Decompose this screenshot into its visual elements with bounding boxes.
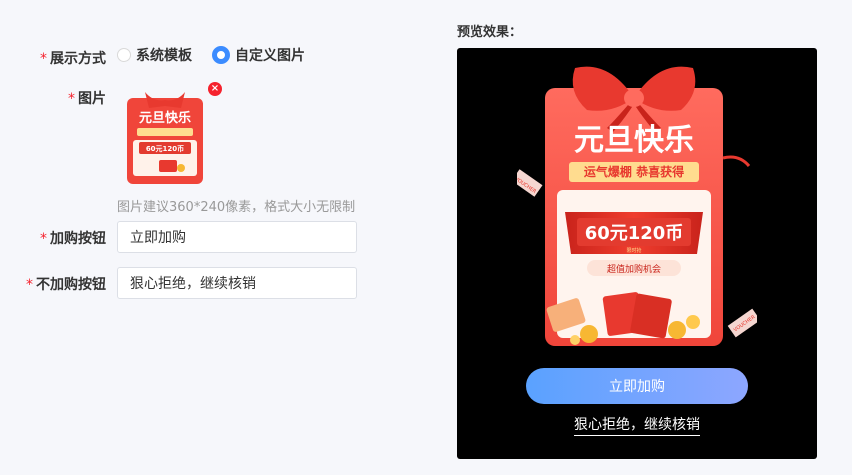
radio-custom-image[interactable]: 自定义图片 [212, 45, 305, 65]
poster-image: VOUCHER VOUCHER 元旦快乐 运气爆棚 恭喜获得 60元120币 限… [511, 58, 761, 358]
display-mode-radio-group: 系统模板 自定义图片 [117, 44, 325, 66]
decline-button-label: * 不加购按钮 [26, 277, 106, 293]
poster-offer: 超值加购机会 [607, 263, 661, 275]
poster-subline: 运气爆棚 恭喜获得 [584, 164, 684, 179]
preview-buy-button[interactable]: 立即加购 [526, 368, 748, 404]
poster-prize-note: 限时抢 [626, 247, 641, 254]
buy-button-input[interactable] [117, 221, 357, 253]
poster-headline: 元旦快乐 [574, 123, 694, 158]
remove-image-button[interactable]: × [208, 82, 222, 96]
radio-checked-icon [212, 46, 230, 64]
radio-system-template[interactable]: 系统模板 [117, 45, 192, 65]
buy-button-label: * 加购按钮 [40, 231, 106, 247]
thumb-headline: 元旦快乐 [139, 110, 191, 126]
preview-decline-link-wrap: 狠心拒绝，继续核销 [457, 414, 817, 436]
decline-button-input[interactable] [117, 267, 357, 299]
display-mode-label: * 展示方式 [40, 51, 106, 67]
radio-unchecked-icon [117, 48, 131, 62]
poster-prize: 60元120币 [585, 223, 684, 244]
preview-title: 预览效果： [457, 25, 523, 40]
thumb-prize: 60元120币 [146, 144, 184, 153]
image-size-hint: 图片建议360*240像素，格式大小无限制 [117, 200, 356, 215]
preview-decline-link[interactable]: 狠心拒绝，继续核销 [574, 417, 700, 436]
preview-panel: VOUCHER VOUCHER 元旦快乐 运气爆棚 恭喜获得 60元120币 限… [457, 48, 817, 459]
uploaded-image-thumbnail[interactable]: 元旦快乐 60元120币 [123, 88, 207, 186]
image-label: * 图片 [68, 91, 106, 107]
